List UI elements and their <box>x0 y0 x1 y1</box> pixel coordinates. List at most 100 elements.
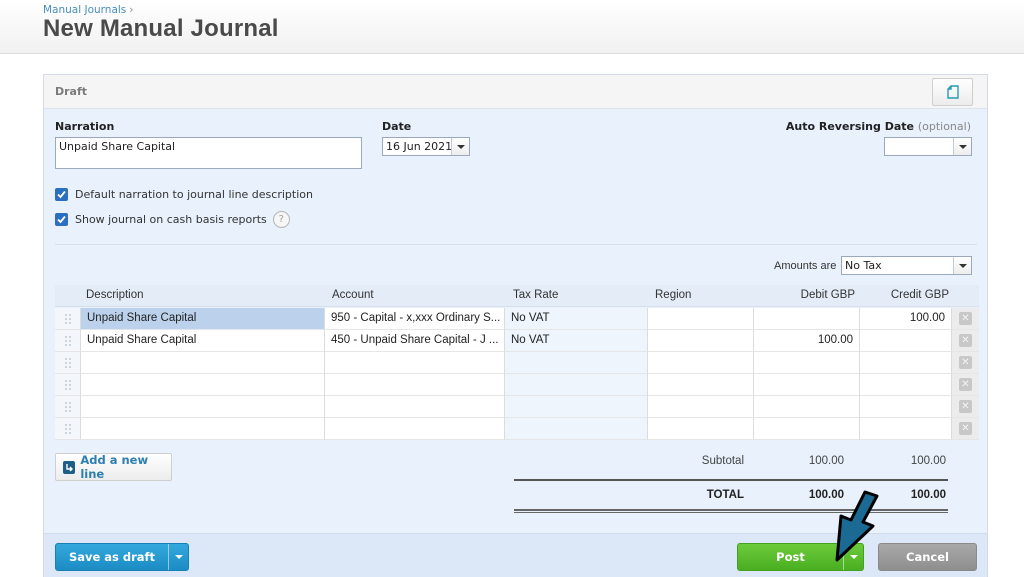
debit-cell[interactable] <box>754 352 860 374</box>
tax-rate-cell[interactable] <box>505 352 648 374</box>
drag-grip-icon <box>64 423 71 434</box>
description-cell[interactable] <box>81 396 325 418</box>
tax-rate-cell[interactable] <box>505 418 648 440</box>
post-label[interactable]: Post <box>738 544 843 570</box>
credit-cell[interactable] <box>860 352 952 374</box>
table-row: ✕ <box>55 352 979 374</box>
chevron-down-icon <box>849 555 858 559</box>
document-button[interactable] <box>932 78 973 106</box>
tax-rate-cell[interactable] <box>505 374 648 396</box>
credit-cell[interactable]: 100.00 <box>860 308 952 330</box>
date-value[interactable]: 16 Jun 2021 <box>383 140 451 153</box>
default-narration-checkbox[interactable] <box>55 188 68 201</box>
delete-cell: ✕ <box>952 418 979 440</box>
debit-cell[interactable] <box>754 396 860 418</box>
add-new-line-button[interactable]: Add a new line <box>55 453 172 481</box>
region-cell[interactable] <box>648 308 754 330</box>
credit-cell[interactable] <box>860 396 952 418</box>
drag-handle[interactable] <box>55 308 81 330</box>
drag-handle[interactable] <box>55 352 81 374</box>
amounts-are-value[interactable]: No Tax <box>842 259 953 272</box>
delete-row-icon[interactable]: ✕ <box>959 422 972 435</box>
drag-grip-icon <box>64 313 71 324</box>
region-cell[interactable] <box>648 418 754 440</box>
panel-header: Draft <box>44 75 987 109</box>
optional-hint: (optional) <box>917 120 971 133</box>
debit-cell[interactable]: 100.00 <box>754 330 860 352</box>
subtotal-credit: 100.00 <box>910 455 946 467</box>
save-as-draft-button[interactable]: Save as draft <box>55 543 189 571</box>
table-row: ✕ <box>55 396 979 418</box>
cash-basis-checkbox[interactable] <box>55 213 68 226</box>
auto-reversing-dropdown-button[interactable] <box>953 138 971 155</box>
account-cell[interactable] <box>325 352 505 374</box>
column-header-debit: Debit GBP <box>800 289 855 301</box>
delete-row-icon[interactable]: ✕ <box>959 400 972 413</box>
date-dropdown-button[interactable] <box>451 138 469 155</box>
drag-handle[interactable] <box>55 330 81 352</box>
add-line-icon <box>63 460 76 474</box>
chevron-down-icon <box>958 263 967 268</box>
credit-cell[interactable] <box>860 418 952 440</box>
tax-rate-cell[interactable]: No VAT <box>505 308 648 330</box>
column-header-tax-rate: Tax Rate <box>513 289 559 301</box>
post-options-dropdown[interactable] <box>843 544 863 570</box>
description-cell[interactable] <box>81 418 325 440</box>
narration-input[interactable] <box>55 137 362 169</box>
tax-rate-cell[interactable] <box>505 396 648 418</box>
add-new-line-label: Add a new line <box>80 453 149 481</box>
chevron-down-icon <box>174 555 183 559</box>
delete-row-icon[interactable]: ✕ <box>959 334 972 347</box>
description-cell[interactable] <box>81 374 325 396</box>
narration-label: Narration <box>55 120 115 133</box>
date-label: Date <box>382 120 412 133</box>
journal-panel: Draft Narration Date 16 Jun 2021 Auto Re… <box>43 74 988 577</box>
account-cell[interactable] <box>325 418 505 440</box>
date-picker[interactable]: 16 Jun 2021 <box>382 137 470 156</box>
account-cell[interactable] <box>325 396 505 418</box>
debit-cell[interactable] <box>754 308 860 330</box>
delete-row-icon[interactable]: ✕ <box>959 356 972 369</box>
region-cell[interactable] <box>648 330 754 352</box>
cancel-button[interactable]: Cancel <box>878 543 977 571</box>
status-label: Draft <box>55 85 88 98</box>
delete-row-icon[interactable]: ✕ <box>959 378 972 391</box>
amounts-are-select[interactable]: No Tax <box>841 256 972 275</box>
description-cell[interactable]: Unpaid Share Capital <box>81 308 325 330</box>
auto-reversing-date-picker[interactable] <box>884 137 972 156</box>
account-cell[interactable]: 950 - Capital - x,xxx Ordinary S... <box>325 308 505 330</box>
drag-grip-icon <box>64 335 71 346</box>
column-header-region: Region <box>655 289 692 301</box>
region-cell[interactable] <box>648 352 754 374</box>
region-cell[interactable] <box>648 396 754 418</box>
tax-rate-cell[interactable]: No VAT <box>505 330 648 352</box>
chevron-down-icon <box>958 144 967 149</box>
credit-cell[interactable] <box>860 374 952 396</box>
delete-cell: ✕ <box>952 352 979 374</box>
table-row: Unpaid Share Capital 450 - Unpaid Share C… <box>55 330 979 352</box>
help-icon[interactable]: ? <box>272 211 290 228</box>
drag-handle[interactable] <box>55 418 81 440</box>
table-header: Description Account Tax Rate Region Debi… <box>55 285 979 307</box>
save-options-dropdown[interactable] <box>168 544 188 570</box>
region-cell[interactable] <box>648 374 754 396</box>
description-cell[interactable] <box>81 352 325 374</box>
debit-cell[interactable] <box>754 418 860 440</box>
debit-cell[interactable] <box>754 374 860 396</box>
drag-handle[interactable] <box>55 374 81 396</box>
amounts-are-dropdown-button[interactable] <box>953 257 971 274</box>
delete-row-icon[interactable]: ✕ <box>959 312 972 325</box>
credit-cell[interactable] <box>860 330 952 352</box>
description-cell[interactable]: Unpaid Share Capital <box>81 330 325 352</box>
drag-handle[interactable] <box>55 396 81 418</box>
total-label: TOTAL <box>706 489 744 501</box>
save-as-draft-label[interactable]: Save as draft <box>56 544 168 570</box>
table-row: Unpaid Share Capital 950 - Capital - x,xx… <box>55 308 979 330</box>
account-cell[interactable] <box>325 374 505 396</box>
cancel-label[interactable]: Cancel <box>879 544 976 570</box>
post-button[interactable]: Post <box>737 543 864 571</box>
account-cell[interactable]: 450 - Unpaid Share Capital - J ... <box>325 330 505 352</box>
checkmark-icon <box>57 190 66 199</box>
subtotal-label: Subtotal <box>701 455 744 467</box>
checkmark-icon <box>57 215 66 224</box>
